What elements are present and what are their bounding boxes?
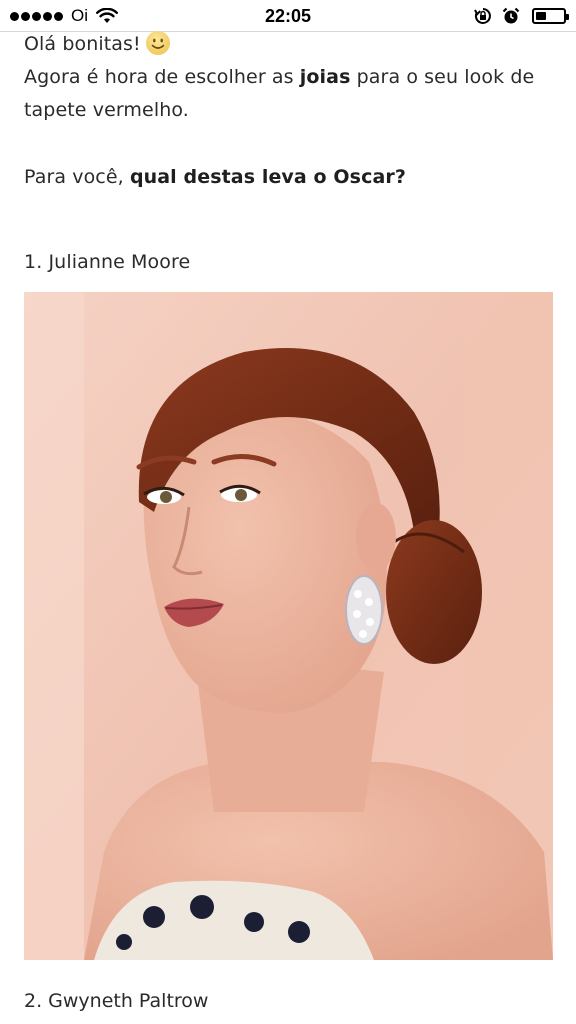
status-right [464, 7, 569, 25]
battery-level [536, 12, 546, 20]
intro-line-2: tapete vermelho. [24, 99, 189, 121]
item-label-1: 1. Julianne Moore [24, 251, 191, 273]
intro-line-1: Agora é hora de escolher as joias para o… [24, 61, 554, 94]
battery-icon [532, 8, 569, 24]
question-text: Para você, [24, 166, 130, 188]
celebrity-photo[interactable] [24, 292, 553, 960]
question-line: Para você, qual destas leva o Oscar? [24, 161, 554, 194]
greeting-line: Olá bonitas! [24, 28, 554, 61]
alarm-clock-icon [502, 7, 520, 25]
post-content: Olá bonitas! Agora é hora de escolher as… [24, 28, 554, 279]
greeting-text: Olá bonitas! [24, 33, 141, 55]
smiley-emoji-icon [145, 30, 171, 56]
intro-text: Agora é hora de escolher as [24, 66, 300, 88]
intro-text-end: para o seu look de [350, 66, 535, 88]
rotation-lock-icon [474, 7, 492, 25]
diamond-earring [345, 575, 383, 645]
question-bold: qual destas leva o Oscar? [129, 166, 406, 188]
intro-bold-jewels: joias [299, 66, 351, 88]
item-label-2: 2. Gwyneth Paltrow [24, 990, 209, 1012]
